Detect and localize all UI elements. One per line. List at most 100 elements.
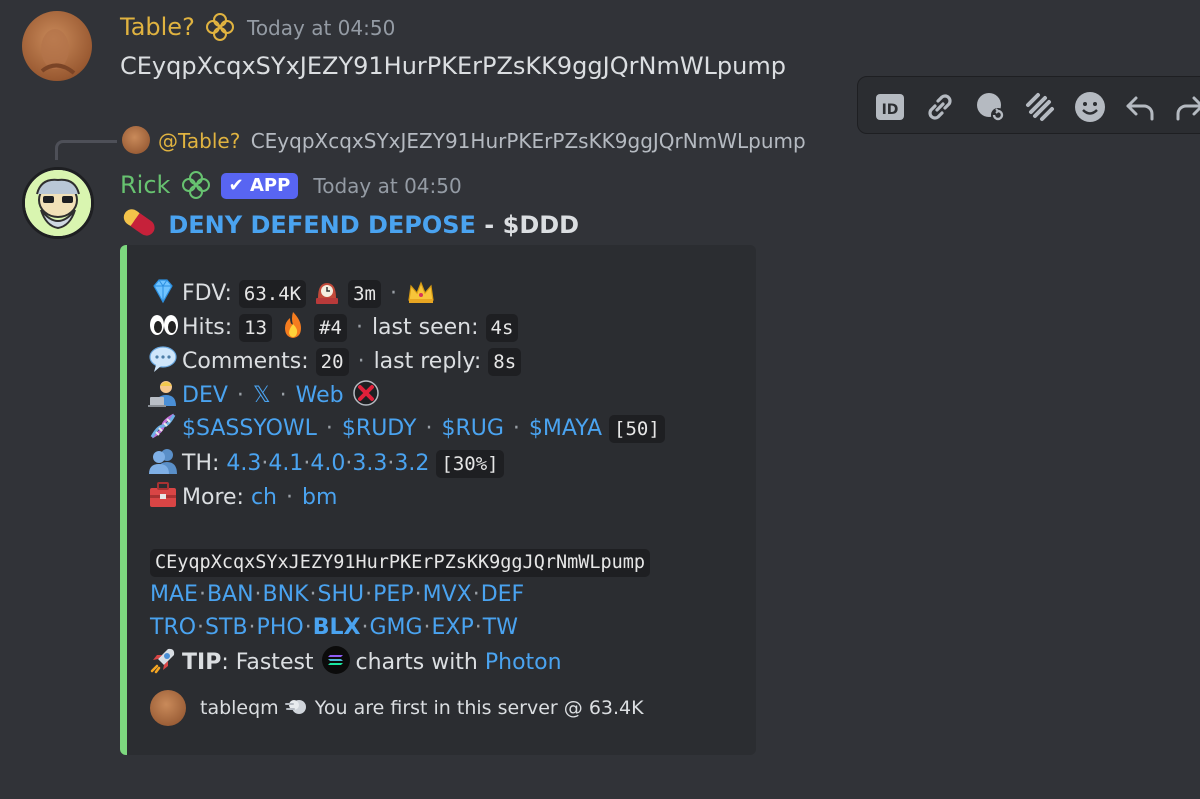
- gem-icon: [148, 276, 178, 306]
- svg-text:ID: ID: [882, 102, 899, 118]
- th-value-link[interactable]: 4.3: [226, 451, 261, 476]
- link-icon[interactable]: [922, 89, 958, 125]
- hits-label: Hits:: [182, 315, 233, 340]
- tickers-count: [50]: [609, 415, 665, 443]
- hits-value: 13: [239, 314, 273, 342]
- platform-link[interactable]: MVX: [423, 582, 472, 607]
- last-reply-label: last reply:: [373, 349, 482, 374]
- separator: ·: [425, 416, 433, 441]
- no-website-icon: [351, 378, 379, 406]
- clock-icon: [313, 278, 341, 306]
- avatar-table[interactable]: [22, 11, 92, 81]
- username-rick[interactable]: Rick: [120, 171, 170, 199]
- check-icon: ✔: [228, 175, 244, 196]
- footer-avatar: [150, 690, 186, 726]
- solana-icon: [321, 645, 350, 674]
- reply-text[interactable]: CEyqpXcqxSYxJEZY91HurPKErPZsKK9ggJQrNmWL…: [251, 129, 806, 153]
- th-value-link[interactable]: 4.1: [268, 451, 303, 476]
- separator: ·: [198, 582, 206, 607]
- x-link[interactable]: 𝕏: [253, 383, 271, 408]
- platform-link[interactable]: SHU: [318, 582, 365, 607]
- tip-text: charts with: [348, 650, 485, 675]
- dna-icon: [148, 411, 178, 441]
- ticker-link[interactable]: $RUG: [441, 416, 503, 441]
- separator: ·: [279, 383, 287, 408]
- emoji-icon[interactable]: [1072, 89, 1108, 125]
- username-table[interactable]: Table?: [120, 13, 195, 41]
- tip-text: : Fastest: [221, 650, 321, 675]
- separator: ·: [309, 582, 317, 607]
- message-content: CEyqpXcqxSYxJEZY91HurPKErPZsKK9ggJQrNmWL…: [120, 52, 786, 80]
- avatar-rick[interactable]: [22, 167, 94, 239]
- reply-mention[interactable]: @Table?: [158, 129, 240, 153]
- id-icon[interactable]: ID: [872, 89, 908, 125]
- fdv-value: 63.4K: [238, 280, 307, 308]
- separator: ·: [512, 416, 520, 441]
- more-link[interactable]: ch: [251, 485, 277, 510]
- separator: ·: [389, 281, 397, 306]
- last-reply-value: 8s: [488, 348, 522, 376]
- platform-link[interactable]: PEP: [373, 582, 413, 607]
- reply-icon[interactable]: [1122, 89, 1158, 125]
- crown-icon: [406, 278, 434, 306]
- token-title-link[interactable]: DENY DEFEND DEPOSE: [168, 211, 476, 239]
- separator: ·: [474, 615, 482, 640]
- separator: ·: [357, 349, 365, 374]
- forward-icon[interactable]: [1172, 89, 1200, 125]
- platform-link[interactable]: BLX: [313, 615, 361, 640]
- message-action-toolbar: ID: [857, 76, 1200, 134]
- speech-bubble-icon: [148, 344, 178, 374]
- token-ticker: $DDD: [502, 211, 580, 239]
- ticker-link[interactable]: $SASSYOWL: [182, 416, 317, 441]
- platform-link[interactable]: TW: [483, 615, 518, 640]
- server-tag-icon: [204, 11, 236, 43]
- platform-link[interactable]: DEF: [481, 582, 525, 607]
- separator: ·: [361, 615, 369, 640]
- platform-link[interactable]: BNK: [263, 582, 309, 607]
- more-label: More:: [182, 485, 244, 510]
- platform-link[interactable]: MAE: [150, 582, 198, 607]
- th-value-link[interactable]: 3.3: [352, 451, 387, 476]
- comments-label: Comments:: [182, 349, 309, 374]
- platform-link[interactable]: BAN: [207, 582, 254, 607]
- eyes-icon: [148, 310, 178, 340]
- footer-username: tableqm: [200, 697, 279, 719]
- fdv-label: FDV:: [182, 281, 232, 306]
- server-tag-icon: [180, 169, 212, 201]
- separator: ·: [236, 383, 244, 408]
- timestamp[interactable]: Today at 04:50: [247, 16, 395, 40]
- platform-link[interactable]: EXP: [432, 615, 474, 640]
- platform-link[interactable]: GMG: [369, 615, 422, 640]
- dev-link[interactable]: DEV: [182, 383, 228, 408]
- platform-link[interactable]: TRO: [150, 615, 196, 640]
- stripes-icon[interactable]: [1022, 89, 1058, 125]
- separator: ·: [423, 615, 431, 640]
- pill-icon: [120, 205, 160, 241]
- last-seen-label: last seen:: [371, 315, 479, 340]
- th-value-link[interactable]: 3.2: [394, 451, 429, 476]
- ticker-link[interactable]: $RUDY: [342, 416, 417, 441]
- th-percentage: [30%]: [436, 450, 504, 478]
- holders-icon: [148, 446, 178, 476]
- tip-label: TIP: [182, 650, 222, 675]
- comments-value: 20: [315, 348, 349, 376]
- contract-address[interactable]: CEyqpXcqxSYxJEZY91HurPKErPZsKK9ggJQrNmWL…: [150, 549, 651, 577]
- photon-link[interactable]: Photon: [485, 650, 562, 675]
- web-link[interactable]: Web: [296, 383, 344, 408]
- app-badge: ✔ APP: [220, 173, 299, 199]
- reply-spine: [55, 140, 117, 160]
- ticker-link[interactable]: $MAYA: [529, 416, 602, 441]
- th-label: TH:: [182, 451, 220, 476]
- thread-reply-icon[interactable]: [972, 89, 1008, 125]
- last-seen-value: 4s: [485, 314, 519, 342]
- separator: ·: [286, 485, 293, 510]
- th-value-link[interactable]: 4.0: [310, 451, 345, 476]
- platform-link[interactable]: PHO: [257, 615, 304, 640]
- reply-avatar[interactable]: [122, 126, 150, 154]
- more-link[interactable]: bm: [302, 485, 337, 510]
- separator: ·: [304, 615, 312, 640]
- platform-link[interactable]: STB: [205, 615, 248, 640]
- dash-icon: [284, 696, 309, 718]
- timestamp[interactable]: Today at 04:50: [313, 174, 461, 198]
- fire-icon: [279, 310, 307, 338]
